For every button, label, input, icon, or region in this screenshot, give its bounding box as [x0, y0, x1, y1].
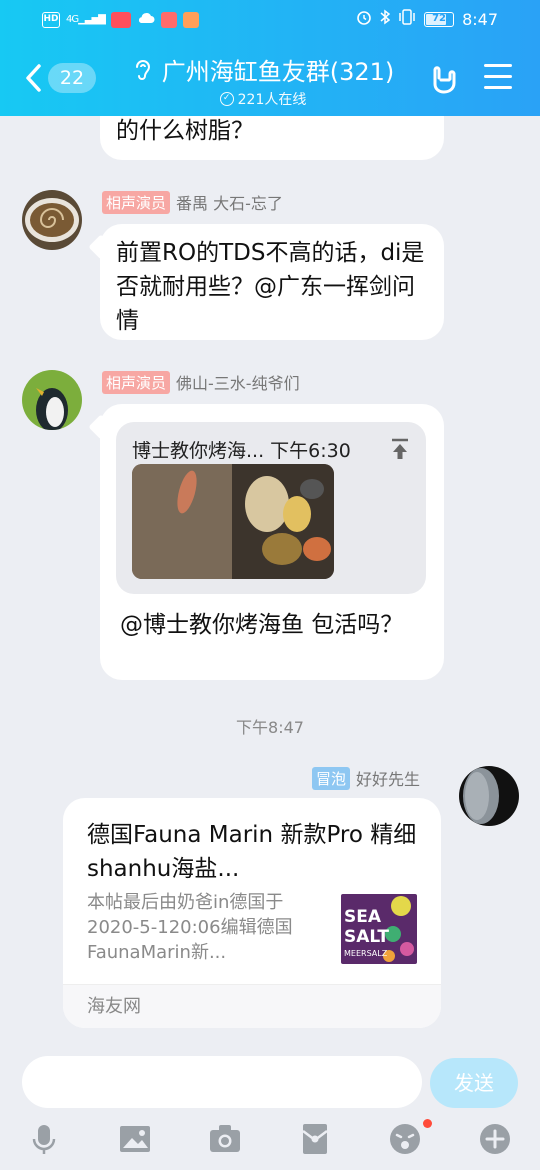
plus-icon[interactable] [478, 1122, 512, 1156]
sender-name[interactable]: 好好先生 [356, 766, 420, 790]
sender-name[interactable]: 佛山-三水-纯爷们 [176, 370, 300, 394]
message-text: 前置RO的TDS不高的话，di是否就耐用些？@广东一挥剑问情 [116, 240, 425, 334]
bluetooth-icon [380, 9, 391, 29]
sender-name[interactable]: 番禺 大石-忘了 [176, 190, 283, 214]
battery-icon: 72 [424, 11, 455, 27]
input-row: 发送 [0, 1042, 540, 1118]
avatar[interactable] [459, 766, 519, 826]
quoted-image[interactable] [132, 464, 334, 579]
reader-icon [160, 11, 177, 28]
4g-signal-icon: 4G▁▃▅▇ [66, 14, 106, 25]
app-notification-icon [110, 11, 131, 28]
emoji-icon[interactable] [388, 1122, 422, 1156]
sender-meta: 相声演员 番禺 大石-忘了 [102, 190, 283, 214]
message-input[interactable] [22, 1056, 422, 1108]
rock-hand-icon[interactable] [428, 62, 462, 96]
message-text: 的什么树脂？ [116, 118, 254, 144]
member-tag: 相声演员 [102, 190, 171, 214]
chat-title-area[interactable]: 广州海缸鱼友群(321) ✓ 221人在线 [118, 52, 408, 109]
check-circle-icon: ✓ [219, 92, 234, 106]
avatar[interactable] [22, 190, 82, 250]
quoted-message[interactable]: 博士教你烤海... 下午6:30 [116, 422, 426, 594]
vibrate-icon [398, 9, 416, 29]
member-tag: 相声演员 [102, 370, 171, 394]
camera-icon[interactable] [208, 1122, 242, 1156]
bottom-toolbar [0, 1118, 540, 1170]
avatar[interactable] [22, 370, 82, 430]
unread-count-badge: 22 [48, 63, 96, 93]
back-button[interactable]: 22 [24, 60, 96, 96]
red-packet-icon[interactable] [298, 1122, 332, 1156]
message-text: @博士教你烤海鱼 包活吗？ [120, 612, 404, 638]
message-bubble[interactable]: 的什么树脂？ [100, 116, 444, 160]
chat-area[interactable]: 的什么树脂？ 相声演员 番禺 大石-忘了 前置RO的TDS不高的话，di是否就耐… [0, 116, 540, 1042]
time-divider: 下午8:47 [236, 718, 304, 737]
alarm-icon [356, 9, 372, 29]
quote-header: 博士教你烤海... 下午6:30 [132, 440, 351, 462]
svg-text:MEERSALZ: MEERSALZ [344, 949, 388, 958]
link-source: 海友网 [63, 984, 441, 1028]
app-icon [182, 11, 199, 28]
top-bar: HD 4G▁▃▅▇ 72 8:47 22 广州海缸鱼友群(321) ✓ 221人… [0, 0, 540, 116]
link-thumbnail: SEA SALT MEERSALZ [341, 894, 417, 964]
message-bubble[interactable]: 博士教你烤海... 下午6:30 @博士教你烤海鱼 包活吗？ [100, 404, 444, 680]
notification-dot [423, 1119, 432, 1128]
microphone-icon[interactable] [27, 1122, 61, 1156]
send-button[interactable]: 发送 [430, 1058, 518, 1108]
cloud-icon [137, 10, 155, 29]
status-left-icons: HD 4G▁▃▅▇ [42, 10, 199, 29]
status-right-icons: 72 8:47 [356, 9, 498, 29]
svg-text:SALT: SALT [344, 927, 389, 947]
ear-icon [135, 59, 150, 80]
member-tag: 冒泡 [312, 766, 351, 790]
jump-to-top-icon[interactable] [390, 438, 410, 460]
message-bubble[interactable]: 前置RO的TDS不高的话，di是否就耐用些？@广东一挥剑问情 [100, 224, 444, 340]
chevron-left-icon [26, 64, 41, 92]
sender-meta: 冒泡 好好先生 [312, 766, 420, 790]
chat-title: 广州海缸鱼友群(321) [161, 58, 395, 86]
chat-header: 22 广州海缸鱼友群(321) ✓ 221人在线 [0, 40, 540, 116]
menu-button[interactable] [484, 64, 512, 90]
sender-meta: 相声演员 佛山-三水-纯爷们 [102, 370, 300, 394]
status-bar: HD 4G▁▃▅▇ 72 8:47 [0, 0, 540, 40]
hd-icon: HD [42, 11, 60, 28]
status-time: 8:47 [462, 9, 498, 29]
shared-link-card[interactable]: 德国Fauna Marin 新款Pro 精细shanhu海盐... 本帖最后由奶… [63, 798, 441, 1028]
image-icon[interactable] [118, 1122, 152, 1156]
link-description: 本帖最后由奶爸in德国于2020-5-120:06编辑德国FaunaMarin新… [87, 892, 293, 963]
online-count: ✓ 221人在线 [118, 89, 408, 109]
link-title: 德国Fauna Marin 新款Pro 精细shanhu海盐... [87, 822, 417, 882]
thumbnail-brand-text: SEA [344, 907, 382, 927]
